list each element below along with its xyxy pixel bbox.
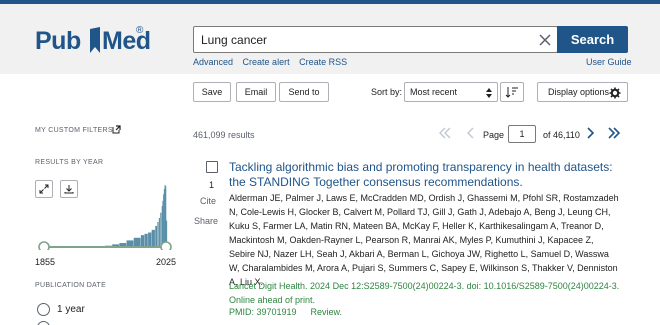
- search-button[interactable]: Search: [557, 26, 628, 53]
- logo-pub-text: Pub: [35, 27, 81, 55]
- sort-order-icon[interactable]: [500, 82, 524, 102]
- send-to-button[interactable]: Send to: [279, 82, 329, 102]
- results-by-year-chart[interactable]: [35, 175, 175, 250]
- page-label: Page: [483, 130, 505, 140]
- result-title-link[interactable]: Tackling algorithmic bias and promoting …: [229, 160, 619, 190]
- publication-date-heading: PUBLICATION DATE: [35, 282, 107, 289]
- pubmed-logo[interactable]: Pub Med ®: [35, 25, 151, 61]
- previous-page-icon[interactable]: [466, 126, 476, 140]
- date-option-label: 1 year: [57, 304, 85, 315]
- email-button[interactable]: Email: [236, 82, 276, 102]
- radio-button[interactable]: [37, 303, 50, 316]
- registered-mark: ®: [136, 25, 144, 36]
- radio-button[interactable]: [37, 321, 50, 325]
- histogram-bar: [158, 217, 160, 247]
- year-end-label: 2025: [156, 257, 177, 267]
- result-pmid: PMID: 39701919: [229, 307, 297, 317]
- result-citation: Lancet Digit Health. 2024 Dec 12:S2589-7…: [229, 281, 620, 305]
- display-options-label: Display options: [548, 87, 610, 97]
- histogram-bar: [133, 237, 141, 247]
- year-end-handle[interactable]: [160, 241, 172, 250]
- save-button[interactable]: Save: [193, 82, 231, 102]
- result-checkbox[interactable]: [206, 161, 218, 173]
- create-alert-link[interactable]: Create alert: [243, 57, 290, 67]
- close-icon[interactable]: [533, 28, 557, 51]
- publication-type: Review.: [310, 307, 343, 317]
- histogram-bar: [151, 229, 155, 247]
- year-start-handle[interactable]: [38, 241, 50, 250]
- date-option-1-year[interactable]: 1 year: [37, 303, 85, 316]
- create-rss-link[interactable]: Create RSS: [299, 57, 347, 67]
- histogram-bar: [157, 221, 159, 247]
- last-page-icon[interactable]: [607, 126, 621, 140]
- gear-icon: [609, 87, 621, 99]
- sort-value: Most recent: [410, 87, 458, 97]
- bookmark-icon: [90, 27, 100, 53]
- next-page-icon[interactable]: [585, 126, 595, 140]
- page-number-input[interactable]: [508, 125, 536, 143]
- results-count: 461,099 results: [193, 130, 255, 140]
- first-page-icon[interactable]: [438, 126, 452, 140]
- histogram-bar: [160, 212, 162, 247]
- result-pmid-row: PMID: 39701919 Review.: [229, 307, 342, 317]
- search-input[interactable]: [193, 26, 558, 53]
- user-guide-link[interactable]: User Guide: [586, 57, 632, 67]
- histogram-bar: [155, 225, 158, 247]
- histogram-bar: [148, 232, 152, 247]
- display-options-button[interactable]: Display options: [537, 82, 628, 102]
- external-link-icon[interactable]: [112, 125, 121, 134]
- page-total: of 46,110: [543, 130, 580, 140]
- histogram-bars: [90, 185, 168, 247]
- my-custom-filters-heading[interactable]: MY CUSTOM FILTERS: [35, 127, 113, 134]
- advanced-link[interactable]: Advanced: [193, 57, 233, 67]
- search-sublinks: Advanced Create alert Create RSS: [193, 57, 354, 67]
- sort-select[interactable]: Most recent: [404, 82, 498, 102]
- histogram-bar: [140, 235, 145, 247]
- year-start-label: 1855: [35, 257, 56, 267]
- histogram-bar: [144, 233, 148, 247]
- results-by-year-heading: RESULTS BY YEAR: [35, 159, 104, 166]
- select-arrows-icon: [486, 88, 492, 98]
- header: Pub Med ® Search Advanced Create alert C…: [0, 4, 660, 74]
- share-button[interactable]: Share: [194, 216, 218, 226]
- sort-by-label: Sort by:: [371, 87, 403, 97]
- cite-button[interactable]: Cite: [200, 196, 216, 206]
- result-authors: Alderman JE, Palmer J, Laws E, McCradden…: [229, 193, 619, 287]
- result-number: 1: [209, 180, 215, 190]
